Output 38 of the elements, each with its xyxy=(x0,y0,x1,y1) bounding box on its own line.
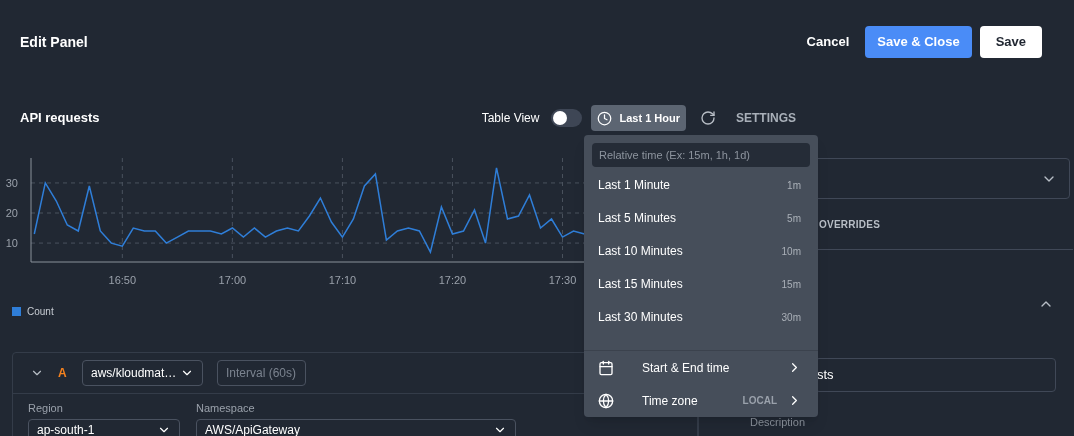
calendar-icon xyxy=(598,359,614,376)
time-option[interactable]: Last 5 Minutes 5m xyxy=(584,201,818,235)
header-button[interactable]: Cancel xyxy=(798,26,858,58)
axis-label: 30 xyxy=(5,176,18,189)
axis-label: 17:20 xyxy=(438,274,467,286)
axis-label: 16:50 xyxy=(108,274,137,286)
field-label: Region xyxy=(28,401,64,416)
panel-title: API requests xyxy=(20,109,100,128)
time-option[interactable]: Last 10 Minutes 10m xyxy=(584,234,818,268)
datasource-select[interactable]: aws/kloudmat… xyxy=(82,360,203,386)
menu-row[interactable]: Time zone LOCAL xyxy=(584,384,818,417)
page-title: Edit Panel xyxy=(20,32,88,52)
field-label: Namespace xyxy=(196,401,256,416)
axis-label: 17:30 xyxy=(548,274,577,286)
legend-label: Count xyxy=(27,304,54,319)
overrides-tab[interactable]: OVERRIDES xyxy=(819,216,881,232)
clock-icon xyxy=(597,110,613,126)
time-option[interactable]: Last 30 Minutes 30m xyxy=(584,300,818,334)
relative-time-field[interactable]: Relative time (Ex: 15m, 1h, 1d) xyxy=(592,143,810,167)
header-button[interactable]: Save xyxy=(979,26,1042,58)
settings-tab[interactable]: SETTINGS xyxy=(736,109,796,127)
axis-label: 10 xyxy=(5,237,18,250)
time-option[interactable]: Last 15 Minutes 15m xyxy=(584,267,818,301)
table-view-toggle[interactable] xyxy=(551,109,583,127)
globe-icon xyxy=(598,392,614,409)
toggle-label: Table View xyxy=(481,110,540,127)
time-range-button[interactable]: Last 1 Hour xyxy=(591,105,686,131)
field-select[interactable]: ap-south-1 xyxy=(28,418,180,436)
interval-field[interactable]: Interval (60s) xyxy=(217,360,306,386)
field-label: Description xyxy=(750,415,807,430)
query-letter: A xyxy=(58,365,68,382)
refresh-icon[interactable] xyxy=(700,110,716,126)
time-option[interactable]: Last 1 Minute 1m xyxy=(584,168,818,202)
menu-row[interactable]: Start & End time xyxy=(584,351,818,384)
axis-label: 20 xyxy=(5,207,18,219)
axis-label: 17:00 xyxy=(218,274,247,286)
field-select[interactable]: AWS/ApiGateway xyxy=(196,418,516,436)
axis-label: 17:10 xyxy=(328,274,357,286)
